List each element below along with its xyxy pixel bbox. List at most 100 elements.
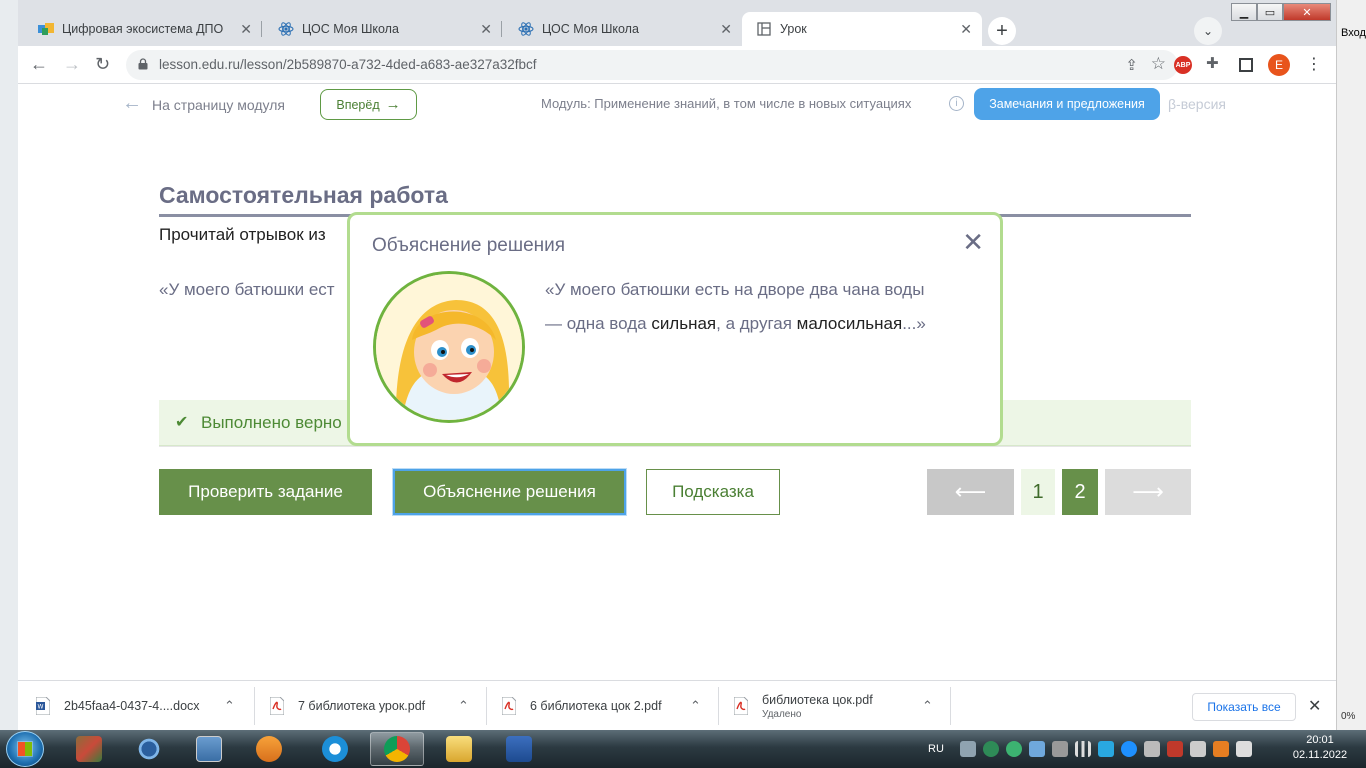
modal-text-part2: , а другая — [716, 314, 797, 333]
download-text: библиотека цок.pdf Удалено — [762, 693, 873, 720]
tray-power-icon[interactable] — [1120, 741, 1137, 757]
modal-close-icon[interactable]: ✕ — [962, 229, 984, 255]
page-2-button[interactable]: 2 — [1062, 469, 1098, 515]
browser-window: Цифровая экосистема ДПО ✕ ЦОС Моя Школа … — [18, 0, 1336, 730]
tab-title: ЦОС Моя Школа — [302, 22, 399, 36]
tab-cos-1[interactable]: ЦОС Моя Школа ✕ — [264, 12, 502, 46]
tab-title: ЦОС Моя Школа — [542, 22, 639, 36]
taskbar-internet-explorer-icon[interactable] — [308, 732, 362, 766]
tray-security-icon[interactable] — [982, 741, 999, 757]
tray-device-icon[interactable] — [1028, 741, 1045, 757]
tab-title: Цифровая экосистема ДПО — [62, 22, 224, 36]
back-to-module-link[interactable]: ← На страницу модуля — [122, 92, 285, 115]
modal-explanation-text: «У моего батюшки есть на дворе два чана … — [545, 273, 945, 341]
tray-tool-icon[interactable] — [1051, 741, 1068, 757]
tray-monitor-icon[interactable] — [1143, 741, 1160, 757]
tray-volume-icon[interactable] — [1235, 741, 1252, 757]
menu-kebab-icon[interactable]: ⋮ — [1306, 54, 1322, 74]
lock-icon — [138, 58, 148, 70]
modal-bold-weak: малосильная — [796, 314, 903, 333]
tab-strip: Цифровая экосистема ДПО ✕ ЦОС Моя Школа … — [18, 0, 1336, 46]
tab-close-icon[interactable]: ✕ — [480, 21, 492, 38]
desktop-login-label[interactable]: Вход — [1341, 27, 1366, 39]
tray-transfer-icon[interactable] — [1097, 741, 1114, 757]
pdf-file-icon — [269, 696, 285, 716]
download-name: 7 библиотека урок.pdf — [298, 699, 426, 713]
taskbar-media-player-icon[interactable] — [242, 732, 296, 766]
tray-alert-icon[interactable] — [1166, 741, 1183, 757]
taskbar-chrome-icon[interactable] — [370, 732, 424, 766]
chevron-up-icon[interactable]: ⌃ — [690, 698, 701, 714]
download-separator — [950, 687, 951, 725]
task-instruction: Прочитай отрывок из — [159, 225, 326, 244]
pdf-file-icon — [733, 696, 749, 716]
back-arrow-icon[interactable]: ← — [30, 54, 48, 75]
new-tab-button[interactable]: + — [988, 17, 1016, 45]
chevron-up-icon[interactable]: ⌃ — [224, 698, 235, 714]
start-button[interactable] — [6, 731, 44, 767]
taskbar-office-tools-icon[interactable] — [62, 732, 116, 766]
hint-button[interactable]: Подсказка — [646, 469, 780, 515]
page-1-button[interactable]: 1 — [1021, 469, 1055, 515]
checkmark-icon: ✔ — [175, 414, 189, 431]
reload-icon[interactable]: ↻ — [95, 54, 110, 75]
section-title: Самостоятельная работа — [159, 182, 448, 208]
extensions-puzzle-icon[interactable]: ✚ — [1206, 54, 1219, 72]
close-downloads-icon[interactable]: ✕ — [1308, 696, 1321, 716]
check-task-button[interactable]: Проверить задание — [159, 469, 372, 515]
tab-cos-2[interactable]: ЦОС Моя Школа ✕ — [504, 12, 742, 46]
lesson-page: ← На страницу модуля Вперёд → Модуль: Пр… — [18, 84, 1336, 680]
word-file-icon: W — [35, 696, 51, 716]
taskbar-sync-icon[interactable] — [122, 732, 176, 766]
show-all-downloads-button[interactable]: Показать все — [1192, 693, 1296, 721]
minimize-icon[interactable]: ▁ — [1231, 3, 1257, 21]
download-item[interactable]: W 2b45faa4-0437-4....docx ⌃ — [35, 681, 256, 731]
download-name: 2b45faa4-0437-4....docx — [64, 699, 200, 713]
chevron-up-icon[interactable]: ⌃ — [458, 698, 469, 714]
tab-close-icon[interactable]: ✕ — [240, 21, 252, 38]
maximize-icon[interactable]: ▭ — [1257, 3, 1283, 21]
tray-sync-icon[interactable] — [1005, 741, 1022, 757]
taskbar-word-icon[interactable] — [492, 732, 546, 766]
taskbar-clock[interactable]: 20:01 02.11.2022 — [1290, 733, 1350, 763]
clock-time: 20:01 — [1306, 734, 1334, 746]
dpo-favicon-icon — [38, 21, 54, 37]
chevron-up-icon[interactable]: ⌃ — [922, 698, 933, 714]
explain-solution-button[interactable]: Объяснение решения — [393, 469, 626, 515]
download-item[interactable]: библиотека цок.pdf Удалено ⌃ — [733, 681, 950, 731]
tray-printer-icon[interactable] — [1189, 741, 1206, 757]
bookmark-star-icon[interactable]: ☆ — [1151, 54, 1166, 74]
pdf-file-icon — [501, 696, 517, 716]
forward-button[interactable]: Вперёд → — [320, 89, 417, 120]
download-separator — [718, 687, 719, 725]
taskbar-file-explorer-icon[interactable] — [432, 732, 486, 766]
info-icon[interactable]: i — [949, 96, 964, 111]
share-icon[interactable]: ⇪ — [1125, 56, 1138, 74]
adblock-icon[interactable]: ABP — [1174, 56, 1192, 74]
page-favicon-icon — [756, 21, 772, 37]
lesson-topbar: ← На страницу модуля Вперёд → Модуль: Пр… — [18, 84, 1336, 124]
feedback-button[interactable]: Замечания и предложения — [974, 88, 1160, 120]
language-indicator[interactable]: RU — [928, 743, 944, 755]
forward-label: Вперёд — [336, 97, 380, 112]
profile-avatar[interactable]: E — [1268, 54, 1290, 76]
download-item[interactable]: 6 библиотека цок 2.pdf ⌃ — [501, 681, 718, 731]
address-bar[interactable]: lesson.edu.ru/lesson/2b589870-a732-4ded-… — [126, 50, 1178, 80]
tray-app-icon[interactable] — [1212, 741, 1229, 757]
download-item[interactable]: 7 библиотека урок.pdf ⌃ — [269, 681, 486, 731]
tray-network-share-icon[interactable] — [959, 741, 976, 757]
tab-close-icon[interactable]: ✕ — [960, 21, 972, 38]
tab-dpo[interactable]: Цифровая экосистема ДПО ✕ — [24, 12, 262, 46]
forward-arrow-icon[interactable]: → — [63, 54, 81, 75]
tab-search-chevron-icon[interactable]: ⌄ — [1194, 17, 1222, 45]
prev-page-button[interactable]: ⟵ — [927, 469, 1014, 515]
close-window-icon[interactable]: ✕ — [1283, 3, 1331, 21]
tab-close-icon[interactable]: ✕ — [720, 21, 732, 38]
success-text: Выполнено верно — [201, 413, 342, 432]
side-panel-icon[interactable] — [1239, 58, 1253, 72]
next-page-button[interactable]: ⟶ — [1105, 469, 1191, 515]
taskbar-image-viewer-icon[interactable] — [182, 732, 236, 766]
tray-signal-icon[interactable] — [1074, 741, 1091, 757]
url-text[interactable]: lesson.edu.ru/lesson/2b589870-a732-4ded-… — [159, 57, 537, 72]
tab-lesson[interactable]: Урок ✕ — [742, 12, 982, 46]
